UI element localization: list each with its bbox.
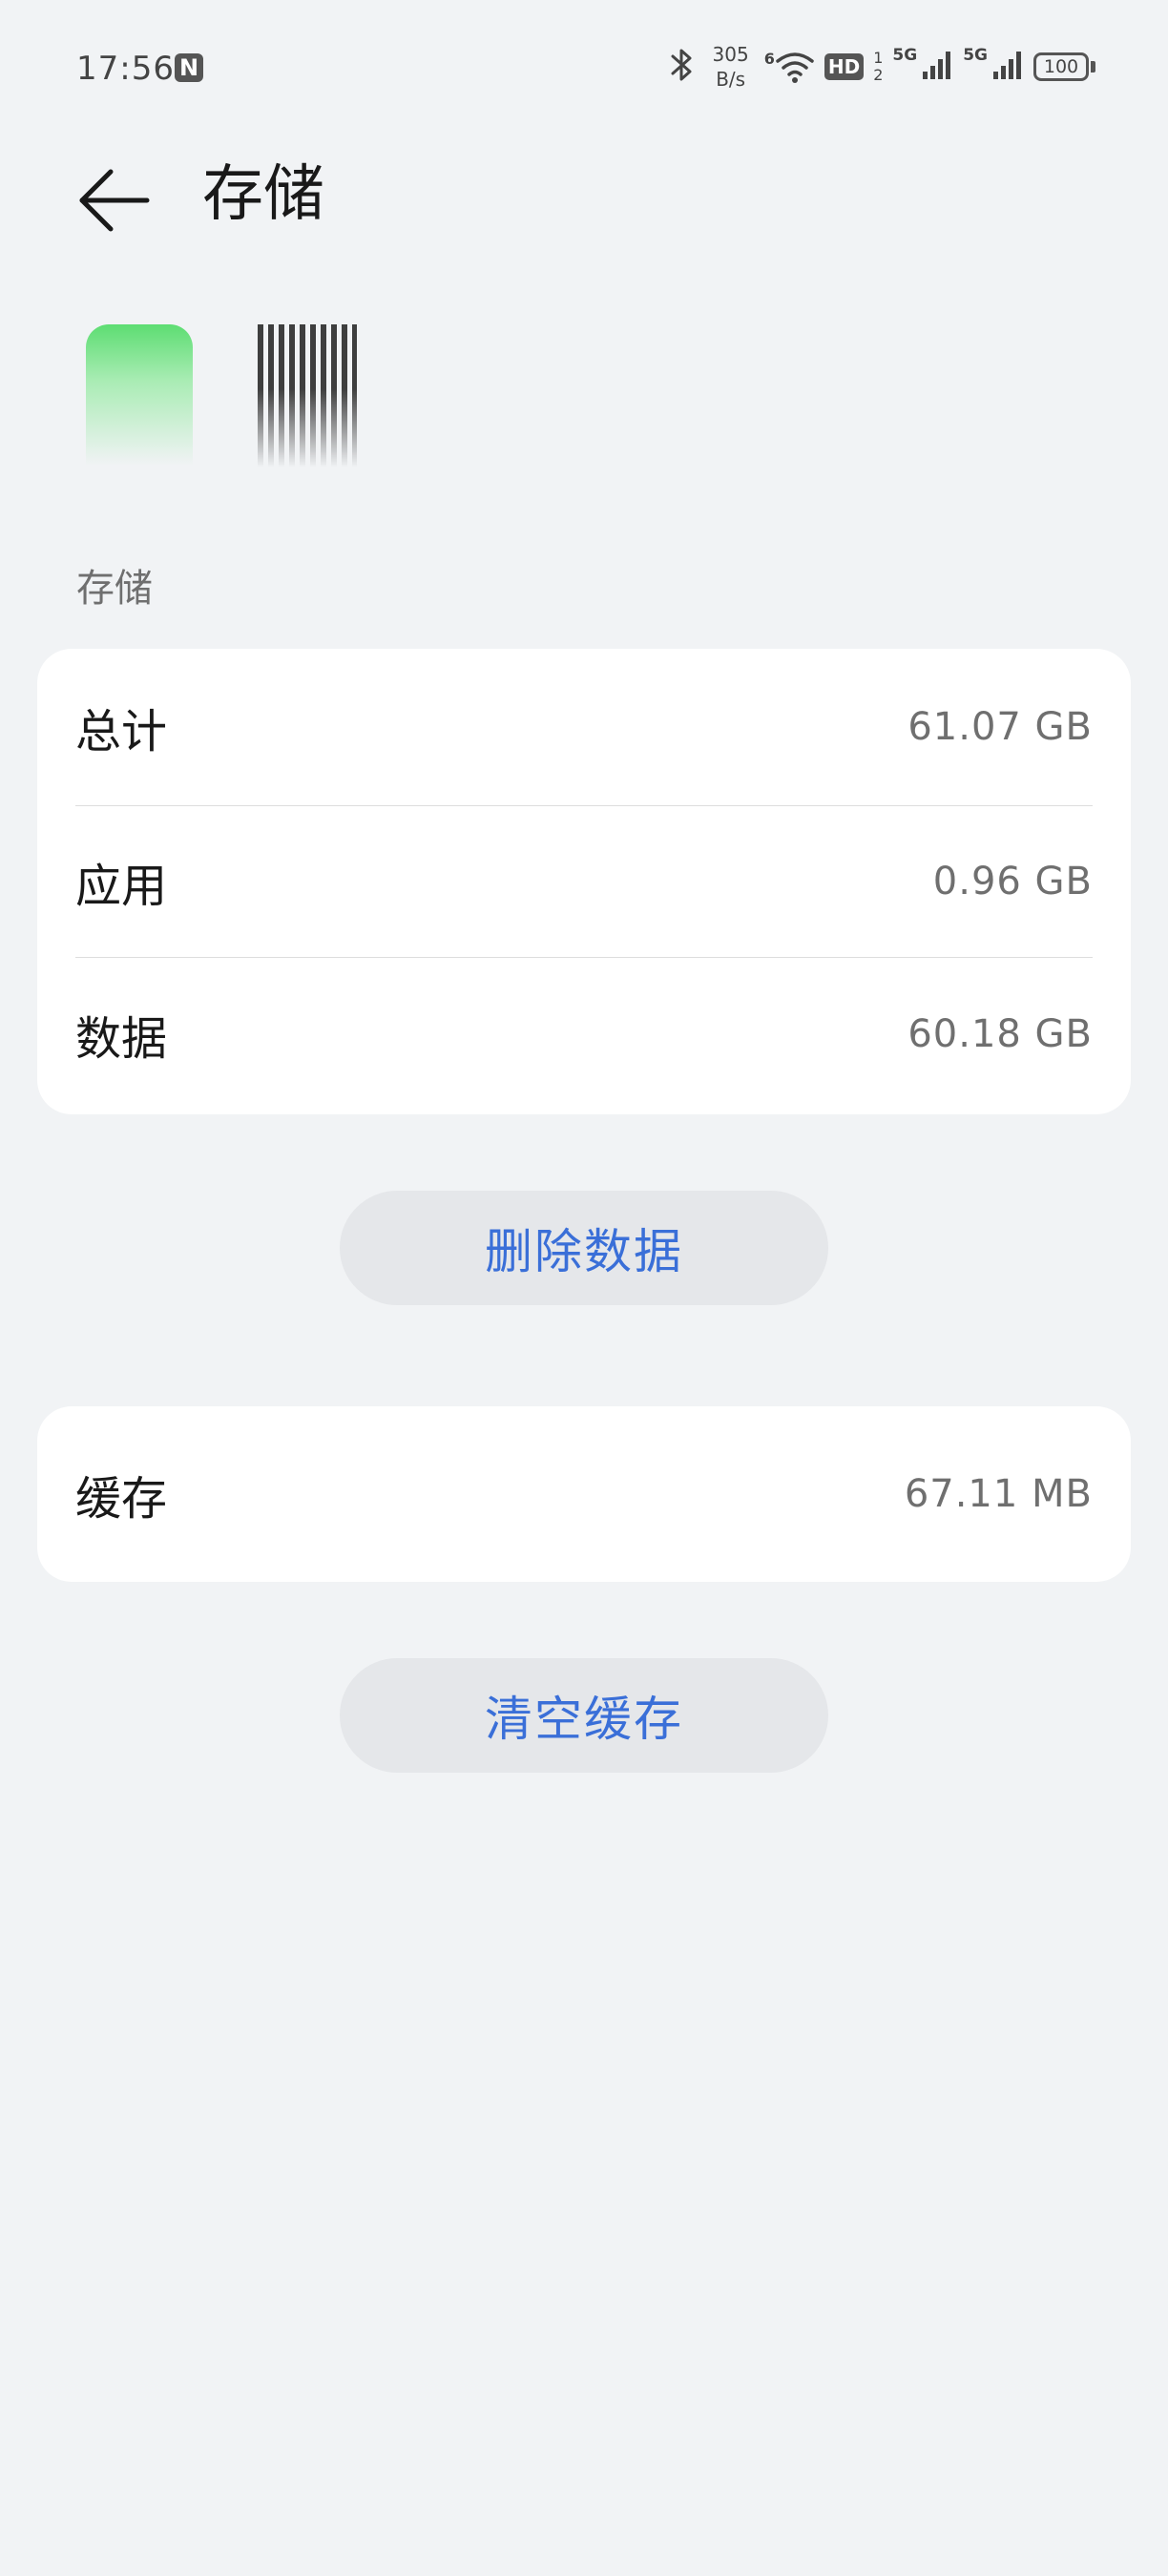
storage-row-data: 数据 60.18 GB — [75, 958, 1093, 1110]
row-label: 缓存 — [75, 1472, 168, 1526]
app-name-obscured — [258, 324, 357, 467]
row-label: 应用 — [75, 860, 168, 913]
clear-cache-button[interactable]: 清空缓存 — [340, 1658, 828, 1773]
arrow-left-icon — [79, 169, 150, 232]
net-speed-unit: B/s — [716, 68, 746, 91]
section-label-storage: 存储 — [76, 567, 153, 611]
battery-icon: 100 — [1033, 52, 1095, 81]
sim-2-label: 2 — [873, 66, 884, 84]
signal-icon-2 — [991, 49, 1024, 85]
battery-level: 100 — [1033, 52, 1089, 81]
row-value: 60.18 GB — [907, 1011, 1093, 1056]
status-bar: 17:56 N 305 B/s 6 HD 1 2 5G 5G 100 — [0, 0, 1168, 134]
storage-row-apps: 应用 0.96 GB — [75, 806, 1093, 958]
storage-card: 总计 61.07 GB 应用 0.96 GB 数据 60.18 GB — [37, 649, 1131, 1114]
row-value: 0.96 GB — [932, 860, 1093, 904]
sim-index: 1 2 — [873, 50, 883, 84]
row-label: 总计 — [75, 705, 168, 758]
net-speed-value: 305 — [712, 43, 749, 66]
signal-icon — [921, 49, 953, 85]
nfc-icon: N — [175, 53, 203, 82]
status-time: 17:56 — [76, 50, 175, 88]
status-icons: 305 B/s 6 HD 1 2 5G 5G 100 — [667, 38, 1095, 95]
wifi-icon: 6 — [764, 50, 815, 84]
row-label: 数据 — [75, 1011, 168, 1066]
sim-1-label: 1 — [873, 49, 884, 67]
wifi-label: 6 — [763, 50, 775, 68]
back-button[interactable] — [69, 153, 164, 239]
row-value: 61.07 GB — [907, 705, 1093, 749]
header: 存储 — [0, 143, 1168, 248]
storage-row-total: 总计 61.07 GB — [75, 649, 1093, 806]
app-icon — [86, 324, 193, 466]
bluetooth-icon — [667, 46, 698, 88]
cache-card: 缓存 67.11 MB — [37, 1406, 1131, 1582]
row-value: 67.11 MB — [904, 1472, 1093, 1516]
delete-data-button[interactable]: 删除数据 — [340, 1191, 828, 1305]
net-speed: 305 B/s — [713, 42, 749, 92]
hd-voice-badge: HD — [824, 53, 865, 80]
cache-row: 缓存 67.11 MB — [75, 1406, 1093, 1582]
network-type-2: 5G — [963, 46, 988, 65]
page-title: 存储 — [202, 159, 324, 230]
network-type-1: 5G — [892, 46, 918, 65]
battery-tip — [1091, 61, 1095, 73]
